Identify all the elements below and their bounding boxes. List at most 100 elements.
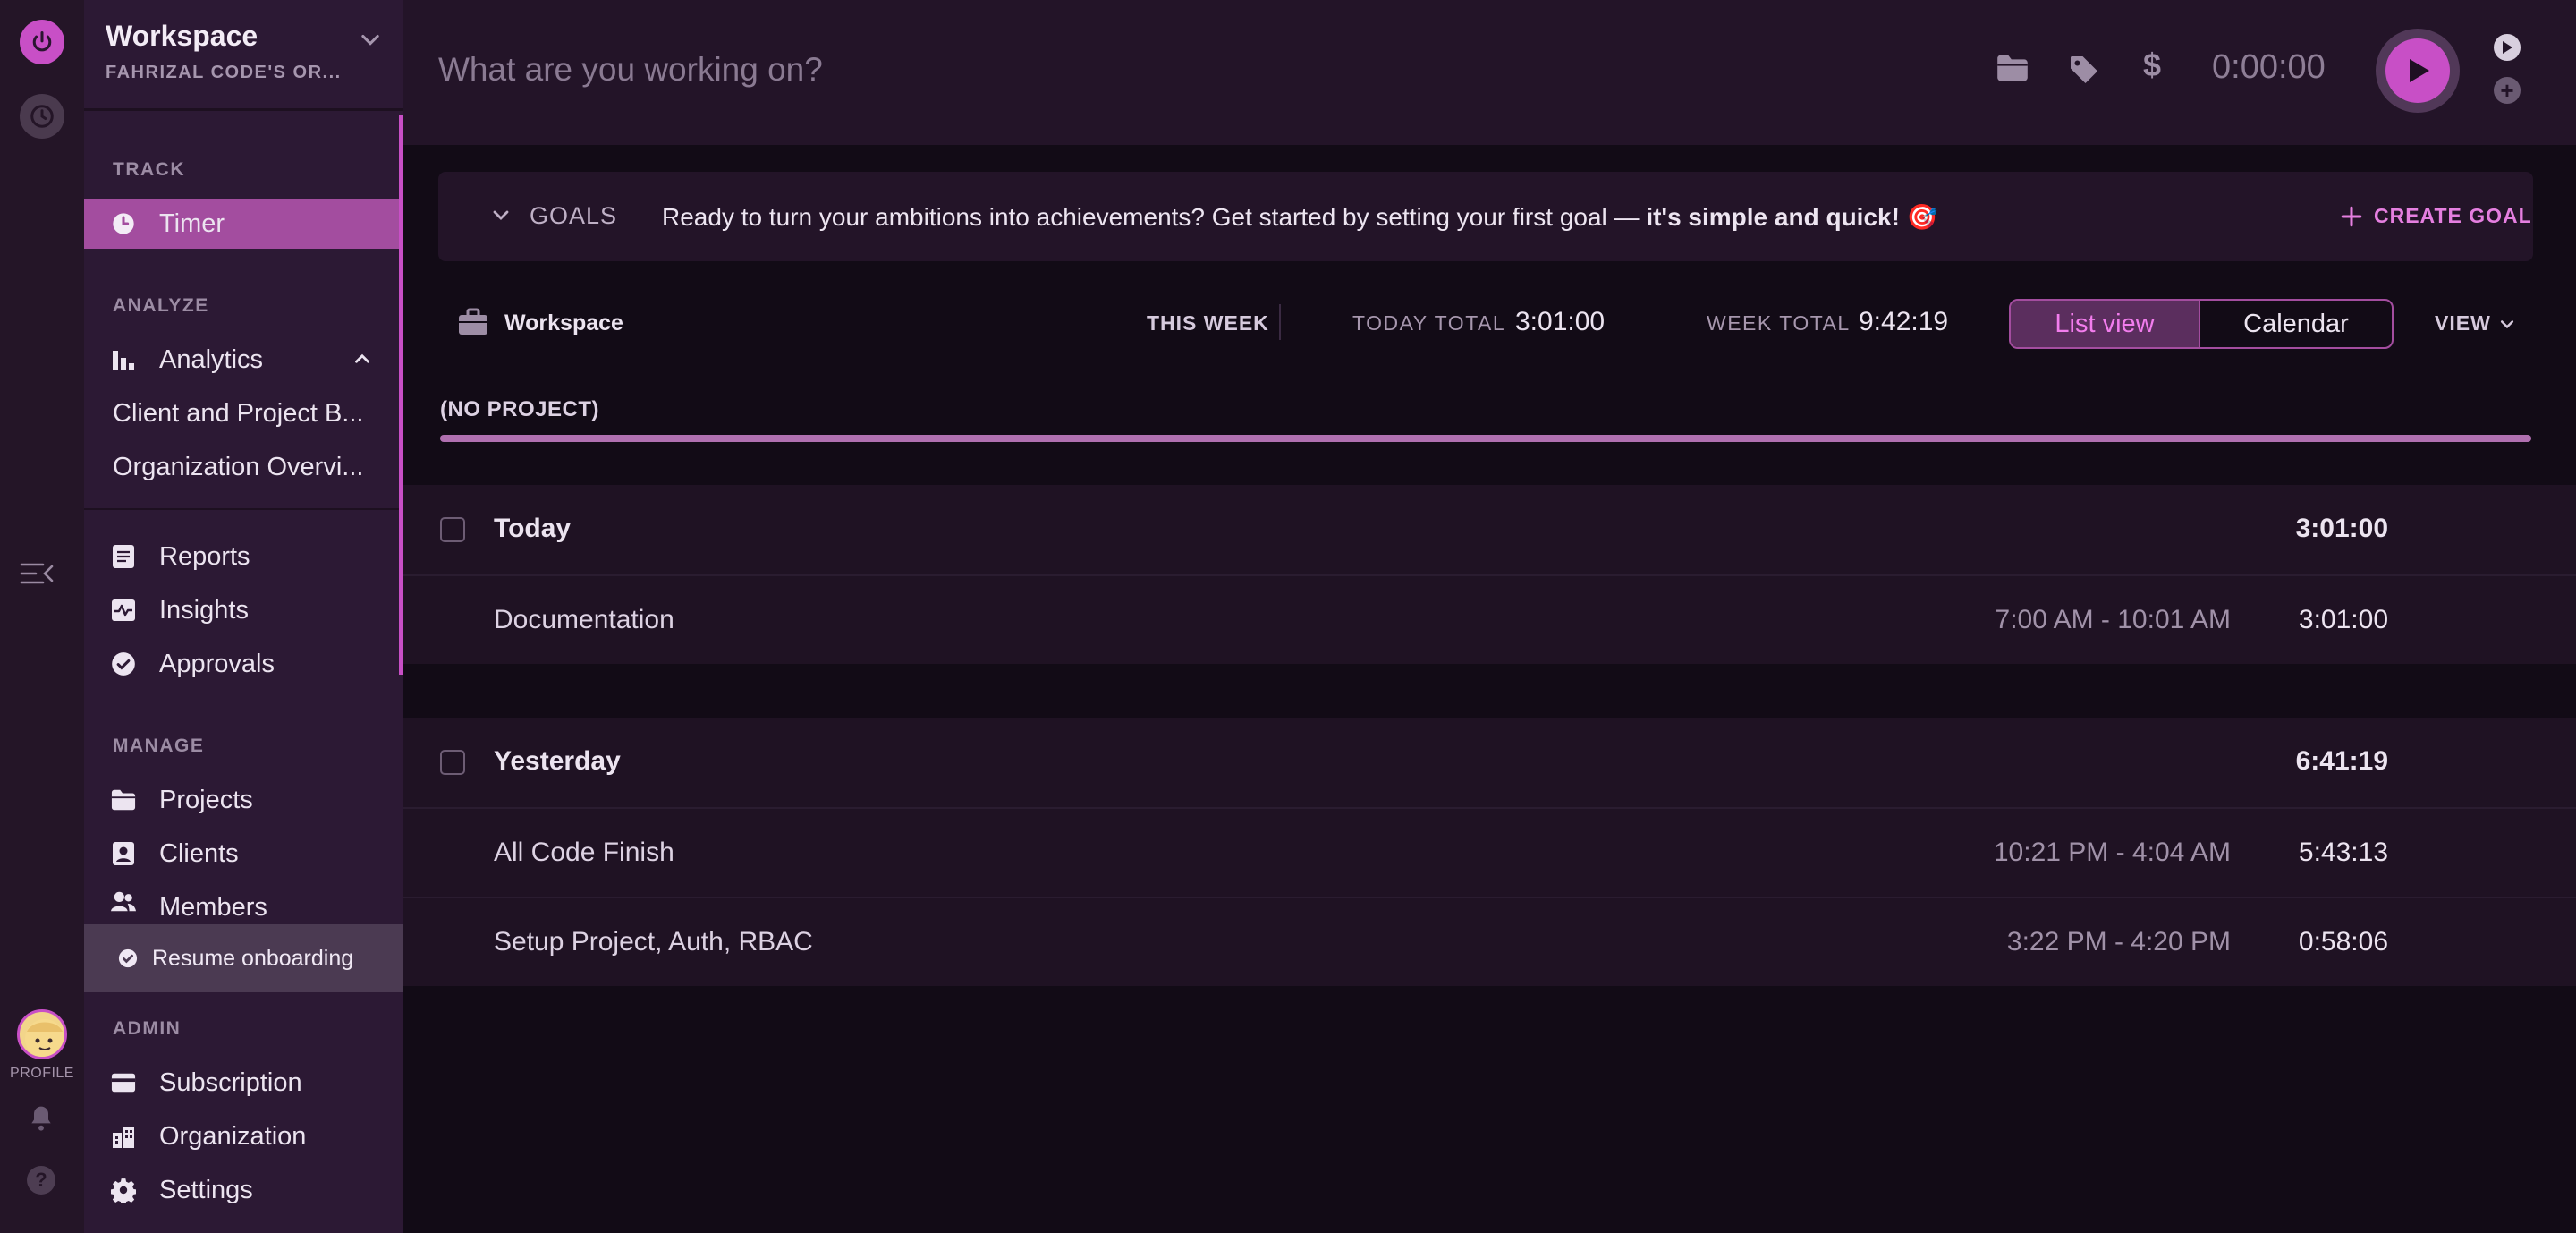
check-circle-icon (118, 948, 138, 973)
entry-time-range[interactable]: 7:00 AM - 10:01 AM (1996, 605, 2231, 635)
sidebar-item-settings[interactable]: Settings (84, 1165, 399, 1215)
create-goal-button[interactable]: CREATE GOAL (2340, 204, 2532, 228)
day-header: Today 3:01:00 (402, 485, 2576, 574)
folder-icon (111, 787, 136, 812)
view-menu-label: VIEW (2435, 311, 2491, 335)
divider (84, 508, 399, 510)
day-total: 3:01:00 (2295, 514, 2388, 543)
sidebar-item-members[interactable]: Members (84, 880, 399, 918)
app-rail: PROFILE ? (0, 0, 84, 1233)
sidebar-item-label: Clients (159, 838, 239, 868)
time-entry-row[interactable]: Documentation 7:00 AM - 10:01 AM 3:01:00 (402, 574, 2576, 664)
goals-message-bold: it's simple and quick! 🎯 (1646, 203, 1938, 231)
chevron-up-icon (351, 347, 374, 375)
sidebar-item-label: Timer (159, 208, 225, 238)
workspace-filter[interactable]: Workspace (504, 310, 623, 336)
time-entry-row[interactable]: Setup Project, Auth, RBAC 3:22 PM - 4:20… (402, 897, 2576, 986)
play-icon[interactable] (2494, 34, 2521, 61)
organization-name: FAHRIZAL CODE'S OR... (106, 63, 342, 82)
calendar-view-button[interactable]: Calendar (2200, 301, 2392, 347)
goals-banner: GOALS Ready to turn your ambitions into … (438, 172, 2533, 261)
add-entry-icon[interactable]: + (2494, 77, 2521, 104)
filter-bar: Workspace THIS WEEK TODAY TOTAL 3:01:00 … (438, 295, 2533, 351)
tag-icon[interactable] (2068, 54, 2100, 90)
sidebar-item-projects[interactable]: Projects (84, 775, 399, 825)
sidebar-item-label: Analytics (159, 344, 264, 374)
chevron-down-icon[interactable] (490, 204, 512, 230)
check-circle-icon (111, 651, 136, 676)
help-icon[interactable]: ? (27, 1166, 55, 1195)
timer-display: 0:00:00 (2212, 48, 2326, 86)
entry-description[interactable]: Setup Project, Auth, RBAC (494, 927, 813, 957)
sidebar-item-clients[interactable]: Clients (84, 829, 399, 879)
workspace-switcher[interactable]: Workspace FAHRIZAL CODE'S OR... (84, 0, 402, 111)
folder-icon[interactable] (1996, 54, 2029, 87)
contact-card-icon (111, 841, 136, 866)
view-menu-button[interactable]: VIEW (2435, 311, 2516, 336)
document-icon (111, 544, 136, 569)
start-timer-button[interactable] (2376, 29, 2460, 113)
list-view-button[interactable]: List view (2011, 301, 2200, 347)
goals-message: Ready to turn your ambitions into achiev… (662, 202, 1938, 232)
workspace-name: Workspace (106, 20, 258, 52)
sidebar-item-client-project[interactable]: Client and Project B... (84, 388, 399, 438)
sidebar-item-insights[interactable]: Insights (84, 585, 399, 635)
sidebar-item-label: Settings (159, 1175, 253, 1204)
select-day-checkbox[interactable] (440, 750, 465, 775)
bar-chart-icon (111, 347, 136, 372)
section-track: TRACK (113, 159, 185, 180)
resume-onboarding-button[interactable]: Resume onboarding (84, 924, 402, 992)
goals-message-text: Ready to turn your ambitions into achiev… (662, 203, 1647, 231)
sidebar-item-label: Organization Overvi... (113, 452, 364, 481)
day-header: Yesterday 6:41:19 (402, 718, 2576, 807)
week-total-label: WEEK TOTAL (1707, 311, 1851, 335)
divider (1279, 304, 1281, 340)
goals-toggle[interactable]: GOALS (530, 202, 617, 230)
play-icon (2385, 38, 2450, 103)
sidebar-item-label: Reports (159, 541, 250, 571)
sidebar-item-label: Projects (159, 785, 253, 814)
sidebar-item-organization[interactable]: Organization (84, 1111, 399, 1161)
users-icon (111, 889, 136, 914)
sidebar-item-label: Approvals (159, 649, 275, 678)
collapse-sidebar-icon[interactable] (20, 559, 59, 595)
dollar-icon[interactable]: $ (2143, 47, 2161, 84)
bell-icon[interactable] (27, 1104, 55, 1137)
entry-duration[interactable]: 0:58:06 (2299, 927, 2388, 957)
pulse-icon (111, 598, 136, 623)
section-manage: MANAGE (113, 736, 205, 756)
sidebar-item-approvals[interactable]: Approvals (84, 639, 399, 689)
sidebar-item-reports[interactable]: Reports (84, 531, 399, 582)
description-input[interactable] (438, 43, 1422, 97)
today-total-label: TODAY TOTAL (1352, 311, 1506, 335)
profile-label: PROFILE (10, 1066, 74, 1081)
day-total: 6:41:19 (2295, 746, 2388, 776)
credit-card-icon (111, 1070, 136, 1095)
entry-time-range[interactable]: 3:22 PM - 4:20 PM (2007, 927, 2231, 957)
entry-description[interactable]: All Code Finish (494, 838, 674, 868)
sidebar-item-analytics[interactable]: Analytics (84, 335, 399, 385)
entry-duration[interactable]: 3:01:00 (2299, 605, 2388, 635)
sidebar-item-organization-overview[interactable]: Organization Overvi... (84, 442, 399, 492)
select-day-checkbox[interactable] (440, 517, 465, 542)
entry-description[interactable]: Documentation (494, 605, 674, 635)
main-content: $ 0:00:00 + GOALS Ready to turn your amb… (402, 0, 2576, 1233)
entry-time-range[interactable]: 10:21 PM - 4:04 AM (1994, 838, 2231, 868)
clock-icon[interactable] (20, 94, 64, 139)
project-label: (NO PROJECT) (440, 397, 600, 421)
day-label: Today (494, 514, 572, 543)
briefcase-icon (458, 308, 488, 341)
entry-duration[interactable]: 5:43:13 (2299, 838, 2388, 868)
create-goal-label: CREATE GOAL (2374, 204, 2532, 227)
date-range-picker[interactable]: THIS WEEK (1147, 311, 1269, 336)
time-entry-row[interactable]: All Code Finish 10:21 PM - 4:04 AM 5:43:… (402, 807, 2576, 897)
plus-icon (2341, 206, 2362, 226)
day-label: Yesterday (494, 746, 621, 776)
sidebar-item-subscription[interactable]: Subscription (84, 1058, 399, 1108)
avatar[interactable] (17, 1009, 67, 1059)
power-icon[interactable] (20, 20, 64, 64)
gear-icon (111, 1178, 136, 1203)
sidebar-item-label: Members (159, 893, 267, 918)
chevron-down-icon (2500, 319, 2513, 328)
sidebar-item-timer[interactable]: Timer (84, 199, 399, 249)
